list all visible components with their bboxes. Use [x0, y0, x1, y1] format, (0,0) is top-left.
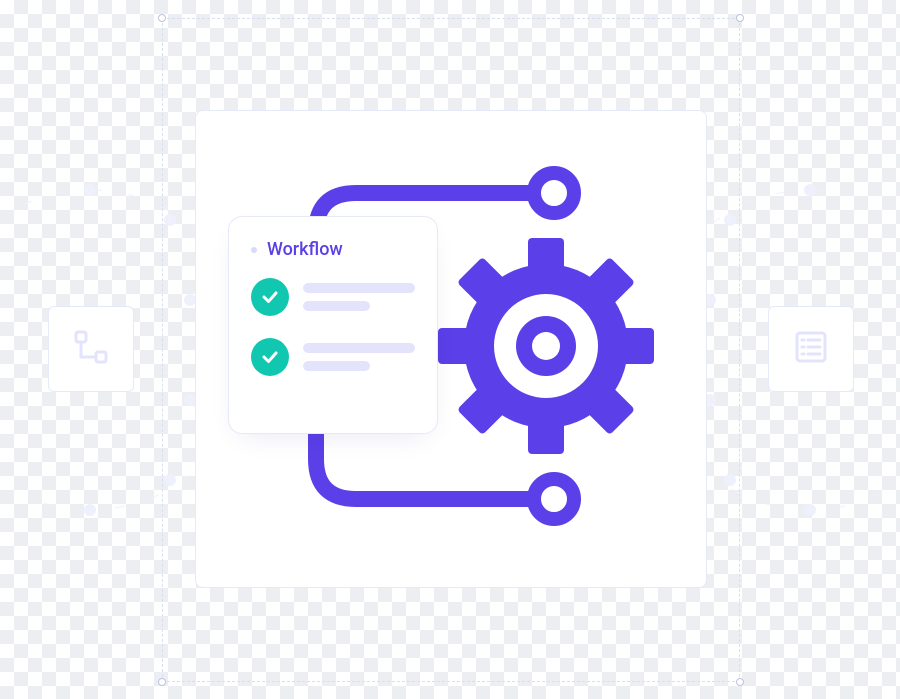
node-server	[768, 306, 854, 392]
placeholder-line	[303, 361, 370, 371]
selection-handle	[158, 678, 166, 686]
placeholder-line	[303, 301, 370, 311]
selection-handle	[736, 14, 744, 22]
workflow-item	[251, 278, 415, 316]
workflow-card: Workflow	[228, 216, 438, 434]
branch-icon	[72, 328, 110, 370]
workflow-title: Workflow	[267, 239, 343, 260]
placeholder-line	[303, 343, 415, 353]
server-icon	[792, 328, 830, 370]
workflow-item	[251, 338, 415, 376]
check-icon	[251, 338, 289, 376]
placeholder-line	[303, 283, 415, 293]
node-branch	[48, 306, 134, 392]
check-icon	[251, 278, 289, 316]
bullet-icon	[251, 247, 257, 253]
selection-handle	[158, 14, 166, 22]
workflow-illustration: Workflow	[195, 110, 707, 588]
selection-handle	[736, 678, 744, 686]
